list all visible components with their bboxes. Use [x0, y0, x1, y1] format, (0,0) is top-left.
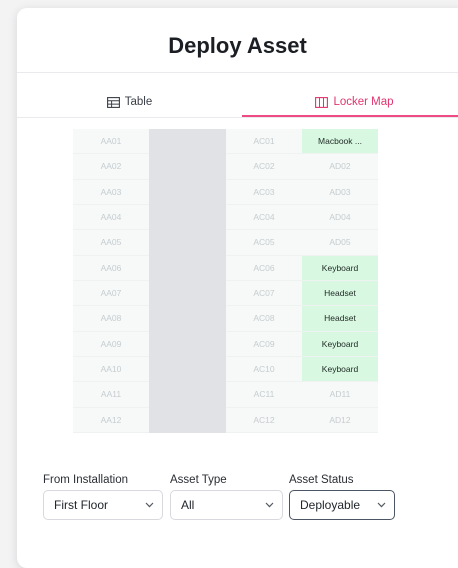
locker-column-ad: Macbook ... AD02 AD03 AD04 AD05 Keyboard… — [302, 129, 378, 433]
locker-cell[interactable]: Headset — [302, 306, 378, 332]
locker-cell[interactable]: AA05 — [73, 230, 149, 256]
asset-status-filter: Asset Status Deployable — [289, 474, 395, 520]
locker-map-grid: AA01 AA02 AA03 AA04 AA05 AA06 AA07 AA08 … — [73, 129, 378, 433]
installation-select[interactable]: First Floor — [43, 490, 163, 520]
chevron-down-icon — [377, 502, 386, 508]
locker-cell[interactable]: AC11 — [226, 382, 302, 408]
tab-table[interactable]: Table — [17, 88, 242, 116]
locker-unavailable-column — [149, 129, 226, 433]
locker-cell[interactable]: AC01 — [226, 129, 302, 155]
locker-cell[interactable]: AA10 — [73, 356, 149, 383]
locker-cell[interactable]: AC09 — [226, 331, 302, 357]
active-tab-indicator — [242, 115, 458, 117]
tab-table-label: Table — [124, 96, 153, 108]
locker-column-ac: AC01 AC02 AC03 AC04 AC05 AC06 AC07 AC08 … — [226, 129, 302, 433]
locker-cell[interactable]: AC03 — [226, 179, 302, 205]
locker-cell[interactable]: Keyboard — [302, 255, 378, 281]
locker-cell[interactable]: AA03 — [73, 179, 149, 205]
chevron-down-icon — [145, 502, 154, 508]
locker-cell[interactable]: AC04 — [226, 204, 302, 231]
header-divider — [17, 72, 458, 73]
chevron-down-icon — [265, 502, 274, 508]
locker-cell[interactable]: AC06 — [226, 255, 302, 281]
locker-cell[interactable]: Keyboard — [302, 356, 378, 383]
locker-cell[interactable]: AC07 — [226, 280, 302, 307]
locker-cell[interactable]: AA12 — [73, 407, 149, 433]
installation-filter-label: From Installation — [43, 474, 129, 486]
locker-cell[interactable]: AA09 — [73, 331, 149, 357]
asset-status-filter-label: Asset Status — [289, 474, 354, 486]
locker-cell[interactable]: AD05 — [302, 230, 378, 256]
tab-locker-map-label: Locker Map — [333, 96, 394, 108]
locker-cell[interactable]: AC05 — [226, 230, 302, 256]
locker-cell[interactable]: Headset — [302, 280, 378, 307]
asset-status-select[interactable]: Deployable — [289, 490, 395, 520]
locker-cell[interactable]: AC10 — [226, 356, 302, 383]
locker-cell[interactable]: AA02 — [73, 154, 149, 180]
locker-cell[interactable]: AD11 — [302, 382, 378, 408]
locker-cell[interactable]: Macbook ... — [302, 129, 378, 155]
tab-locker-map[interactable]: Locker Map — [242, 88, 458, 116]
locker-cell[interactable]: Keyboard — [302, 331, 378, 357]
locker-columns-icon — [315, 96, 329, 108]
asset-type-select-value: All — [181, 498, 195, 512]
tabs-divider — [17, 117, 458, 118]
page-title: Deploy Asset — [168, 33, 307, 58]
locker-cell[interactable]: AD03 — [302, 179, 378, 205]
locker-cell[interactable]: AA06 — [73, 255, 149, 281]
installation-select-value: First Floor — [54, 498, 108, 512]
asset-status-select-value: Deployable — [300, 498, 361, 512]
asset-type-filter: Asset Type All — [170, 474, 283, 520]
locker-cell[interactable]: AD12 — [302, 407, 378, 433]
locker-cell[interactable]: AC12 — [226, 407, 302, 433]
locker-cell[interactable]: AA08 — [73, 306, 149, 332]
locker-column-aa: AA01 AA02 AA03 AA04 AA05 AA06 AA07 AA08 … — [73, 129, 149, 433]
locker-cell[interactable]: AD04 — [302, 204, 378, 231]
locker-cell[interactable]: AA11 — [73, 382, 149, 408]
asset-type-select[interactable]: All — [170, 490, 283, 520]
locker-cell[interactable]: AC08 — [226, 306, 302, 332]
locker-cell[interactable]: AA07 — [73, 280, 149, 307]
locker-cell[interactable]: AA01 — [73, 129, 149, 155]
locker-cell[interactable]: AA04 — [73, 204, 149, 231]
table-icon — [106, 96, 120, 108]
locker-cell[interactable]: AC02 — [226, 154, 302, 180]
locker-cell[interactable]: AD02 — [302, 154, 378, 180]
installation-filter: From Installation First Floor — [43, 474, 163, 520]
asset-type-filter-label: Asset Type — [170, 474, 227, 486]
